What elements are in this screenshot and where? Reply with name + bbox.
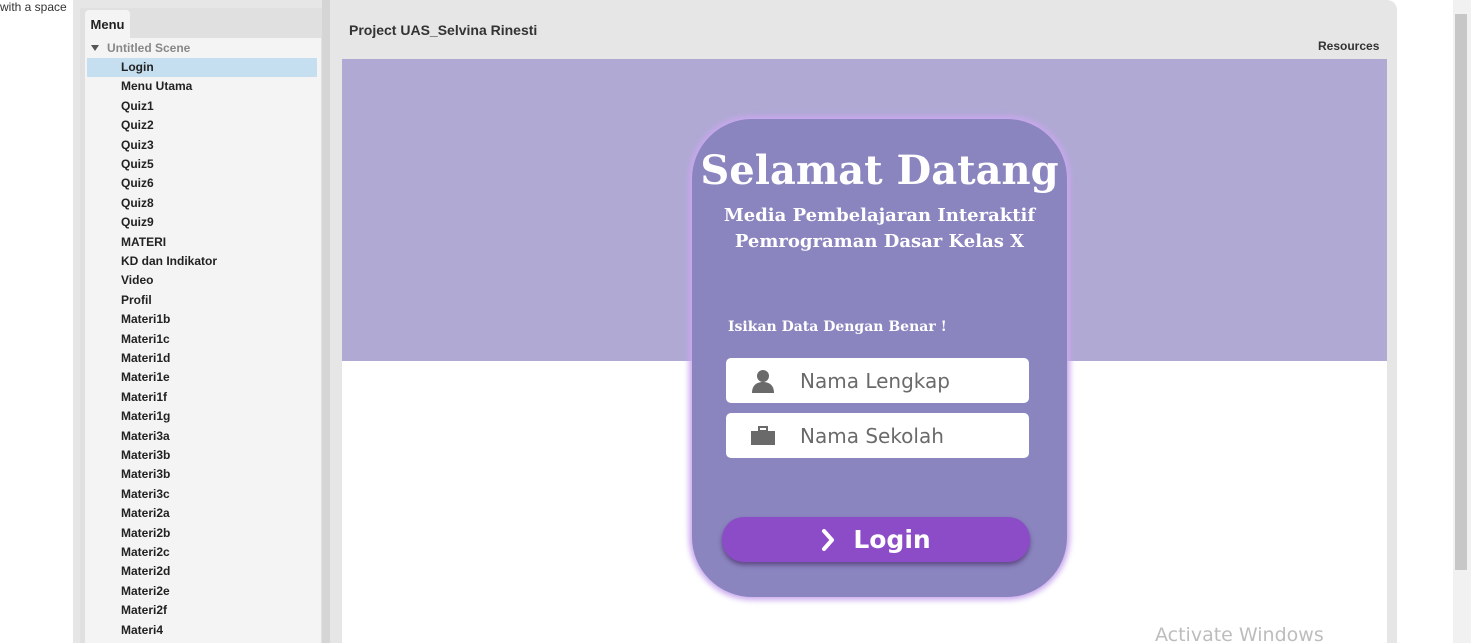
tree-item[interactable]: Profil (87, 291, 317, 310)
tree-item[interactable]: Materi3a (87, 427, 317, 446)
tree-item[interactable]: Login (87, 58, 317, 77)
tab-menu[interactable]: Menu (85, 10, 130, 38)
tree-item[interactable]: Quiz3 (87, 136, 317, 155)
tree-item[interactable]: Materi2d (87, 562, 317, 581)
tree-item[interactable]: KD dan Indikator (87, 252, 317, 271)
tree-item[interactable]: Quiz2 (87, 116, 317, 135)
tree-item[interactable]: MATERI (87, 233, 317, 252)
activate-windows-watermark: Activate Windows (1155, 624, 1324, 643)
tree-item[interactable]: Materi1c (87, 330, 317, 349)
tree-item[interactable]: Materi2c (87, 543, 317, 562)
tree-item[interactable]: Quiz1 (87, 97, 317, 116)
instruction-text: Isikan Data Dengan Benar ! (728, 319, 947, 335)
tree-item[interactable]: Materi2e (87, 582, 317, 601)
tree-item[interactable]: Materi4 (87, 621, 317, 640)
tree-item[interactable]: Menu Utama (87, 77, 317, 96)
tree-item[interactable]: Quiz6 (87, 174, 317, 193)
scrollbar-thumb[interactable] (1455, 14, 1467, 570)
panel-splitter[interactable] (322, 0, 330, 643)
tree-item[interactable]: Materi3c (87, 485, 317, 504)
login-button[interactable]: Login (722, 517, 1030, 562)
login-button-label: Login (853, 525, 931, 554)
left-panel: Menu Untitled Scene Login Menu Utama Quiz1… (80, 8, 329, 643)
tree-item[interactable]: Quiz9 (87, 213, 317, 232)
chevron-right-icon (821, 528, 835, 551)
login-card: Selamat Datang Media Pembelajaran Intera… (692, 119, 1067, 597)
subtitle-line-1: Media Pembelajaran Interaktif (723, 205, 1036, 226)
stage: Selamat Datang Media Pembelajaran Intera… (342, 59, 1387, 643)
tree-item[interactable]: Quiz8 (87, 194, 317, 213)
tree-item[interactable]: Materi2a (87, 504, 317, 523)
project-title: Project UAS_Selvina Rinesti (349, 22, 538, 38)
resources-link[interactable]: Resources (1318, 39, 1379, 53)
tree-item[interactable]: Materi1b (87, 310, 317, 329)
corner-text: with a space (0, 0, 67, 14)
welcome-title: Selamat Datang (700, 147, 1059, 194)
tree-item[interactable]: Materi3b (87, 446, 317, 465)
school-placeholder: Nama Sekolah (800, 423, 944, 448)
tree-item[interactable]: Materi1d (87, 349, 317, 368)
user-icon (750, 368, 776, 394)
tree-item[interactable]: Materi3b (87, 465, 317, 484)
briefcase-icon (750, 423, 776, 449)
tree-item[interactable]: Video (87, 271, 317, 290)
tree-item[interactable]: Materi2b (87, 524, 317, 543)
tree-item[interactable]: Materi1f (87, 388, 317, 407)
name-placeholder: Nama Lengkap (800, 368, 950, 393)
subtitle-line-2: Pemrograman Dasar Kelas X (734, 231, 1025, 252)
scene-tree: Untitled Scene Login Menu Utama Quiz1 Quiz2… (85, 38, 321, 643)
tree-item[interactable]: Materi1g (87, 407, 317, 426)
app-window: Menu Untitled Scene Login Menu Utama Quiz1… (73, 0, 1397, 643)
scene-node[interactable]: Untitled Scene (85, 40, 315, 56)
name-field[interactable]: Nama Lengkap (726, 358, 1029, 403)
tree-item[interactable]: Quiz5 (87, 155, 317, 174)
tree-item[interactable]: Materi2f (87, 601, 317, 620)
triangle-down-icon[interactable] (91, 45, 99, 51)
school-field[interactable]: Nama Sekolah (726, 413, 1029, 458)
scene-label: Untitled Scene (107, 41, 191, 55)
tree-item[interactable]: Materi1e (87, 368, 317, 387)
